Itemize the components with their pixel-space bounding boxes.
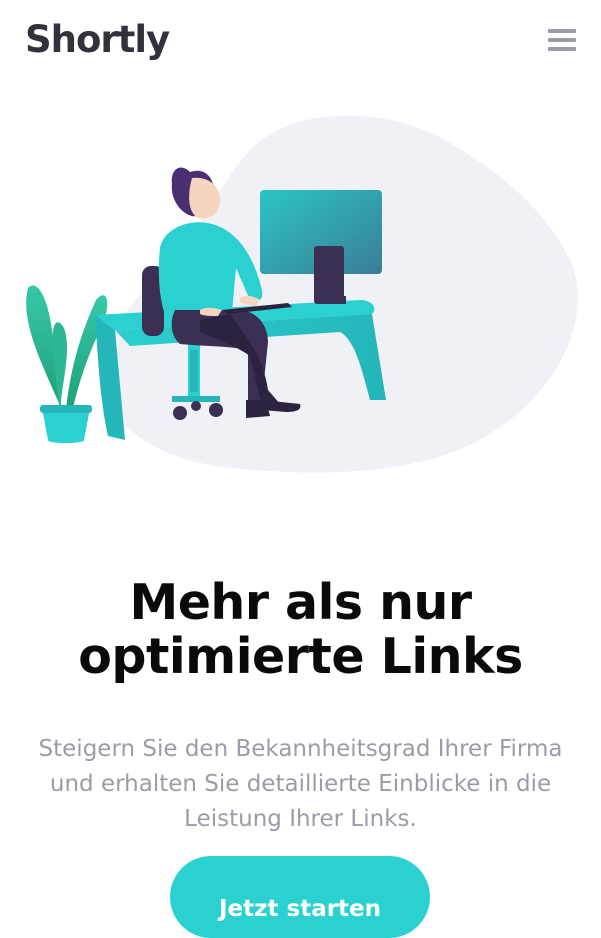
hero-description: Steigern Sie den Bekannheitsgrad Ihrer F… bbox=[38, 736, 563, 832]
get-started-button[interactable]: Jetzt starten bbox=[170, 856, 430, 938]
site-header: Shortly bbox=[0, 0, 601, 82]
page-title: Mehr als nur optimierte Links bbox=[78, 574, 523, 685]
plant-icon bbox=[26, 285, 108, 443]
hero-illustration bbox=[26, 115, 578, 473]
hamburger-menu-icon[interactable] bbox=[548, 29, 576, 51]
logo[interactable]: Shortly bbox=[25, 18, 170, 61]
